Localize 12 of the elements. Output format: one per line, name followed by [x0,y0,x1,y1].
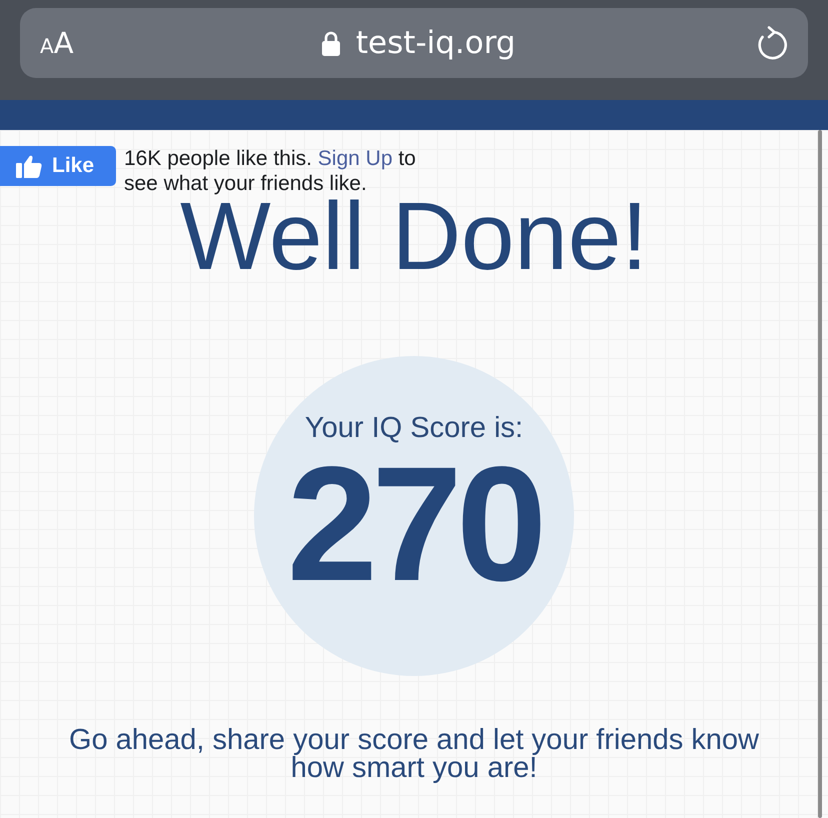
reload-icon[interactable] [756,26,788,60]
score-value: 270 [287,442,541,605]
like-button[interactable]: Like [0,146,116,186]
score-label: Your IQ Score is: [304,414,524,443]
share-message: Go ahead, share your score and let your friends know how smart you are! [68,726,760,782]
like-count-text: 16K people like this. Sign Up to see what your friends like. [124,146,417,196]
address-bar[interactable]: AA test-iq.org [20,8,808,78]
thumbs-up-icon [16,154,42,178]
page-title: Well Done! [180,198,648,276]
sign-up-link[interactable]: Sign Up [318,147,393,170]
url-text: test-iq.org [356,28,516,58]
text-size-button[interactable]: AA [40,28,74,58]
